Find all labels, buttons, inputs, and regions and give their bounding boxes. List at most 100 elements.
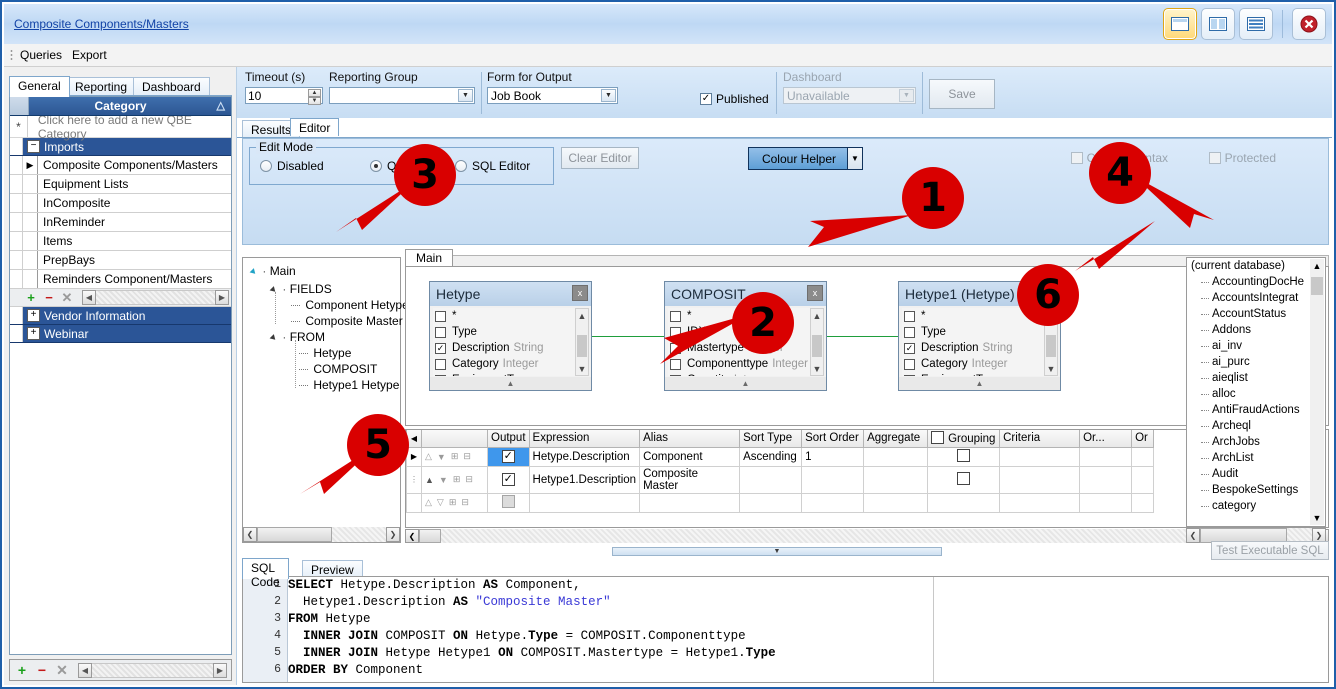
table-row[interactable]: ▶ △▼⊞⊟ ✓ Hetype.Description Component As… [407,447,1154,466]
scroll-down-icon[interactable]: ▼ [576,362,588,375]
tree-node-hetype1[interactable]: Hetype1 Hetype [299,378,399,392]
list-item[interactable]: Audit [1187,466,1325,482]
row-selector-icon[interactable] [23,213,38,231]
table-title-bar[interactable]: Hetype x [430,282,591,306]
table-vscrollbar[interactable]: ▲ ▼ [810,308,824,376]
scroll-track[interactable] [96,290,215,305]
list-item[interactable]: alloc [1187,386,1325,402]
scroll-left-icon[interactable]: ◀ [78,663,92,678]
imports-hscrollbar[interactable]: ◀ ▶ [82,290,229,305]
row-selector-icon[interactable] [407,493,422,512]
category-group-vendor-information[interactable]: + Vendor Information [10,307,231,325]
scroll-left-icon[interactable]: ❮ [243,527,257,542]
col-criteria[interactable]: Criteria [1000,430,1080,447]
col-aggregate[interactable]: Aggregate [864,430,928,447]
cell-or-2[interactable] [1132,447,1154,466]
row-selector-icon[interactable] [23,251,38,269]
form-for-output-select[interactable]: Job Book ▼ [487,87,618,104]
row-tools[interactable]: △▼⊞⊟ [422,447,488,466]
cell-sort-type[interactable] [740,466,802,493]
cell-alias[interactable] [640,493,740,512]
window-title-link[interactable]: Composite Components/Masters [14,17,189,31]
checkbox-box[interactable]: ✓ [435,343,446,354]
cell-or-1[interactable] [1080,447,1132,466]
grouping-checkbox[interactable] [957,449,970,462]
category-group-imports[interactable]: − Imports [10,138,231,156]
test-executable-sql-button[interactable]: Test Executable SQL [1211,541,1329,560]
cell-grouping[interactable] [928,493,1000,512]
checkbox-box[interactable] [435,375,446,377]
new-category-row[interactable]: * Click here to add a new QBE Category [10,116,231,138]
cell-sort-order[interactable]: 1 [802,447,864,466]
row-selector-icon[interactable]: ▶ [23,156,38,174]
row-selector-icon[interactable] [23,194,38,212]
field-row[interactable]: CategoryInteger [902,356,1057,372]
cell-grouping[interactable] [928,447,1000,466]
list-item[interactable]: category [1187,498,1325,514]
scroll-down-icon[interactable]: ▼ [811,362,823,375]
close-icon[interactable] [1292,8,1326,40]
row-selector-icon[interactable]: ⋮ [407,466,422,493]
expanded-icon[interactable] [270,334,278,342]
timeout-stepper[interactable]: ▲▼ [308,89,321,104]
col-or-1[interactable]: Or... [1080,430,1132,447]
cell-sort-order[interactable] [802,493,864,512]
scroll-right-icon[interactable]: ▶ [215,290,229,305]
cell-sort-type[interactable] [740,493,802,512]
sql-code-editor[interactable]: 1 2 3 4 5 6 SELECT Hetype.Description AS… [242,577,1329,683]
add-icon[interactable]: + [22,290,40,305]
panel-splitter-handle[interactable]: ▼ [612,547,942,556]
add-icon[interactable]: + [12,662,32,678]
cell-criteria[interactable] [1000,447,1080,466]
checkbox-box[interactable] [904,359,915,370]
cell-aggregate[interactable] [864,466,928,493]
layout-split-vertical-icon[interactable] [1201,8,1235,40]
col-or-2[interactable]: Or [1132,430,1154,447]
field-row[interactable]: Type [433,324,588,340]
list-item[interactable]: AntiFraudActions [1187,402,1325,418]
scroll-right-icon[interactable]: ❯ [386,527,400,542]
scroll-up-icon[interactable]: ▲ [576,309,588,322]
tree-node-fields[interactable]: · FIELDS [271,282,332,296]
list-item[interactable]: aieqlist [1187,370,1325,386]
expand-icon[interactable]: + [27,327,40,340]
col-grouping[interactable]: Grouping [928,430,1000,447]
menu-item-queries[interactable]: Queries [20,48,62,62]
category-grid-header[interactable]: Category △ [10,97,231,116]
checkbox-box[interactable] [435,327,446,338]
output-checkbox[interactable]: ✓ [502,473,515,486]
expanded-icon[interactable] [250,268,258,276]
remove-icon[interactable]: − [32,662,52,678]
chevron-down-icon[interactable]: ▼ [847,147,863,170]
scroll-thumb[interactable] [257,527,332,542]
expanded-icon[interactable] [270,286,278,294]
list-item[interactable]: Addons [1187,322,1325,338]
cell-expression[interactable]: Hetype.Description [529,447,640,466]
row-selector-icon[interactable] [23,175,38,193]
tree-node-from[interactable]: · FROM [271,330,325,344]
output-checkbox[interactable]: ✓ [502,450,515,463]
colour-helper-button[interactable]: Colour Helper ▼ [748,147,850,170]
scroll-thumb[interactable] [1311,277,1323,295]
timeout-input[interactable]: 10 ▲▼ [245,87,323,104]
list-item[interactable]: BespokeSettings [1187,482,1325,498]
list-item[interactable]: ai_inv [1187,338,1325,354]
collapse-icon[interactable]: − [27,140,40,153]
scroll-right-icon[interactable]: ▶ [213,663,227,678]
layout-split-horizontal-icon[interactable] [1239,8,1273,40]
tab-sql-code[interactable]: SQL Code [242,558,289,579]
scroll-up-icon[interactable]: ▲ [1310,259,1324,273]
list-item[interactable]: InReminder [10,213,231,232]
row-selector-icon[interactable]: ▶ [407,447,422,466]
cell-or-1[interactable] [1080,466,1132,493]
close-icon[interactable]: x [807,285,823,301]
cell-alias[interactable]: Component [640,447,740,466]
cell-expression[interactable] [529,493,640,512]
cell-grouping[interactable] [928,466,1000,493]
scroll-thumb[interactable] [419,529,441,543]
table-vscrollbar[interactable]: ▲ ▼ [575,308,589,376]
cell-or-1[interactable] [1080,493,1132,512]
table-box-hetype[interactable]: Hetype x * Type ✓DescriptionString Categ… [429,281,592,391]
list-item[interactable]: ▶ Composite Components/Masters [10,156,231,175]
list-item[interactable]: InComposite [10,194,231,213]
